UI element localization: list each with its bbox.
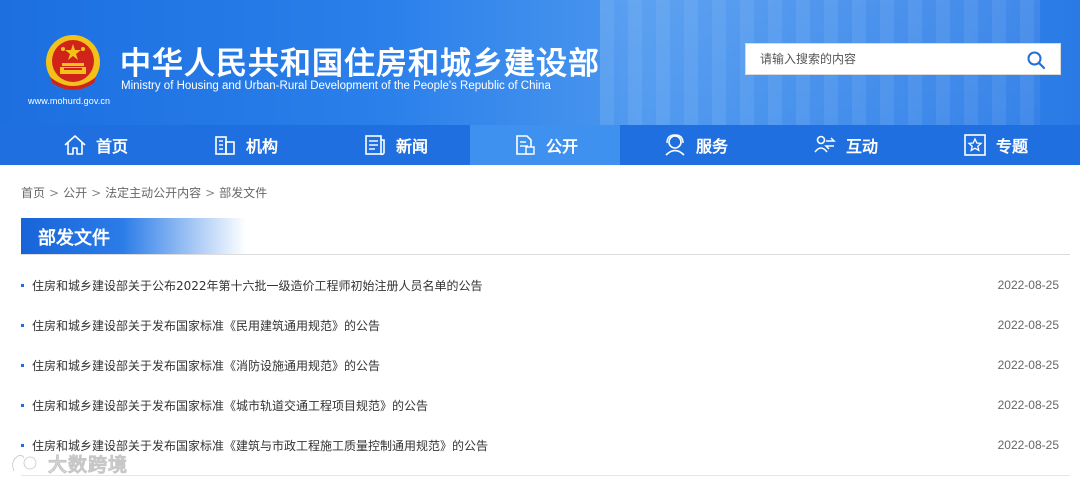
nav-item-label: 机构 xyxy=(245,137,278,156)
list-bottom-divider xyxy=(21,475,1070,476)
article-date: 2022-08-25 xyxy=(997,398,1059,412)
interaction-icon xyxy=(814,135,836,153)
section-title: 部发文件 xyxy=(38,228,110,249)
bullet-icon xyxy=(21,403,24,407)
watermark: 大数跨境 xyxy=(8,449,148,477)
site-title-cn[interactable]: 中华人民共和国住房和城乡建设部 xyxy=(120,38,600,83)
article-title[interactable]: 住房和城乡建设部关于发布国家标准《民用建筑通用规范》的公告 xyxy=(32,317,998,334)
bullet-icon xyxy=(21,443,24,447)
nav-item-home[interactable]: 首页 xyxy=(20,125,170,165)
nav-item-label: 新闻 xyxy=(395,137,428,156)
article-title[interactable]: 住房和城乡建设部关于发布国家标准《城市轨道交通工程项目规范》的公告 xyxy=(32,397,998,414)
site-title-en: Ministry of Housing and Urban-Rural Deve… xyxy=(121,80,551,92)
watermark-text: 大数跨境 xyxy=(48,453,129,476)
home-icon xyxy=(64,135,86,155)
nav-item-interaction[interactable]: 互动 xyxy=(770,125,920,165)
breadcrumb-separator: > xyxy=(49,186,60,200)
nav-item-public[interactable]: 公开 xyxy=(470,125,620,165)
breadcrumb: 首页 > 公开 > 法定主动公开内容 > 部发文件 xyxy=(21,184,267,201)
list-item[interactable]: 住房和城乡建设部关于发布国家标准《建筑与市政工程施工质量控制通用规范》的公告 2… xyxy=(21,425,1059,465)
nav-item-news[interactable]: 新闻 xyxy=(320,125,470,165)
watermark-logo-icon xyxy=(11,454,38,472)
nav-item-label: 服务 xyxy=(695,137,728,156)
star-icon xyxy=(964,134,986,156)
article-date: 2022-08-25 xyxy=(997,318,1059,332)
bullet-icon xyxy=(21,323,24,327)
list-item[interactable]: 住房和城乡建设部关于发布国家标准《民用建筑通用规范》的公告 2022-08-25 xyxy=(21,305,1059,345)
building-icon xyxy=(215,136,235,155)
breadcrumb-home[interactable]: 首页 xyxy=(21,186,45,200)
article-title[interactable]: 住房和城乡建设部关于发布国家标准《建筑与市政工程施工质量控制通用规范》的公告 xyxy=(32,437,998,454)
article-date: 2022-08-25 xyxy=(997,358,1059,372)
breadcrumb-public[interactable]: 公开 xyxy=(63,186,87,200)
section-tab: 部发文件 xyxy=(21,218,246,254)
breadcrumb-separator: > xyxy=(205,186,216,200)
article-date: 2022-08-25 xyxy=(997,438,1059,452)
service-icon xyxy=(665,134,685,156)
nav-item-label: 互动 xyxy=(845,137,878,156)
bullet-icon xyxy=(21,283,24,287)
list-item[interactable]: 住房和城乡建设部关于发布国家标准《城市轨道交通工程项目规范》的公告 2022-0… xyxy=(21,385,1059,425)
nav-item-topic[interactable]: 专题 xyxy=(920,125,1070,165)
search-input[interactable] xyxy=(746,44,1016,74)
article-title[interactable]: 住房和城乡建设部关于发布国家标准《消防设施通用规范》的公告 xyxy=(32,357,998,374)
breadcrumb-statutory[interactable]: 法定主动公开内容 xyxy=(105,186,201,200)
news-icon xyxy=(365,135,385,156)
document-icon xyxy=(516,135,535,155)
section-header: 部发文件 xyxy=(21,218,1070,255)
nav-item-service[interactable]: 服务 xyxy=(620,125,770,165)
article-date: 2022-08-25 xyxy=(997,278,1059,292)
search-icon[interactable] xyxy=(1026,50,1046,70)
breadcrumb-current: 部发文件 xyxy=(219,186,268,200)
article-title[interactable]: 住房和城乡建设部关于公布2022年第十六批一级造价工程师初始注册人员名单的公告 xyxy=(32,277,998,294)
site-header: www.mohurd.gov.cn 中华人民共和国住房和城乡建设部 Minist… xyxy=(0,0,1080,125)
list-item[interactable]: 住房和城乡建设部关于发布国家标准《消防设施通用规范》的公告 2022-08-25 xyxy=(21,345,1059,385)
national-emblem-icon[interactable] xyxy=(44,33,102,95)
nav-item-organization[interactable]: 机构 xyxy=(170,125,320,165)
nav-item-label: 专题 xyxy=(995,137,1028,156)
main-nav: 首页 机构 新闻 公开 服务 互动 专题 xyxy=(0,125,1080,165)
search-box xyxy=(745,43,1061,75)
nav-item-label: 首页 xyxy=(95,137,128,156)
bullet-icon xyxy=(21,363,24,367)
site-url: www.mohurd.gov.cn xyxy=(28,96,111,106)
nav-item-label: 公开 xyxy=(545,137,578,156)
list-item[interactable]: 住房和城乡建设部关于公布2022年第十六批一级造价工程师初始注册人员名单的公告 … xyxy=(21,265,1059,305)
breadcrumb-separator: > xyxy=(91,186,102,200)
article-list: 住房和城乡建设部关于公布2022年第十六批一级造价工程师初始注册人员名单的公告 … xyxy=(21,265,1059,465)
